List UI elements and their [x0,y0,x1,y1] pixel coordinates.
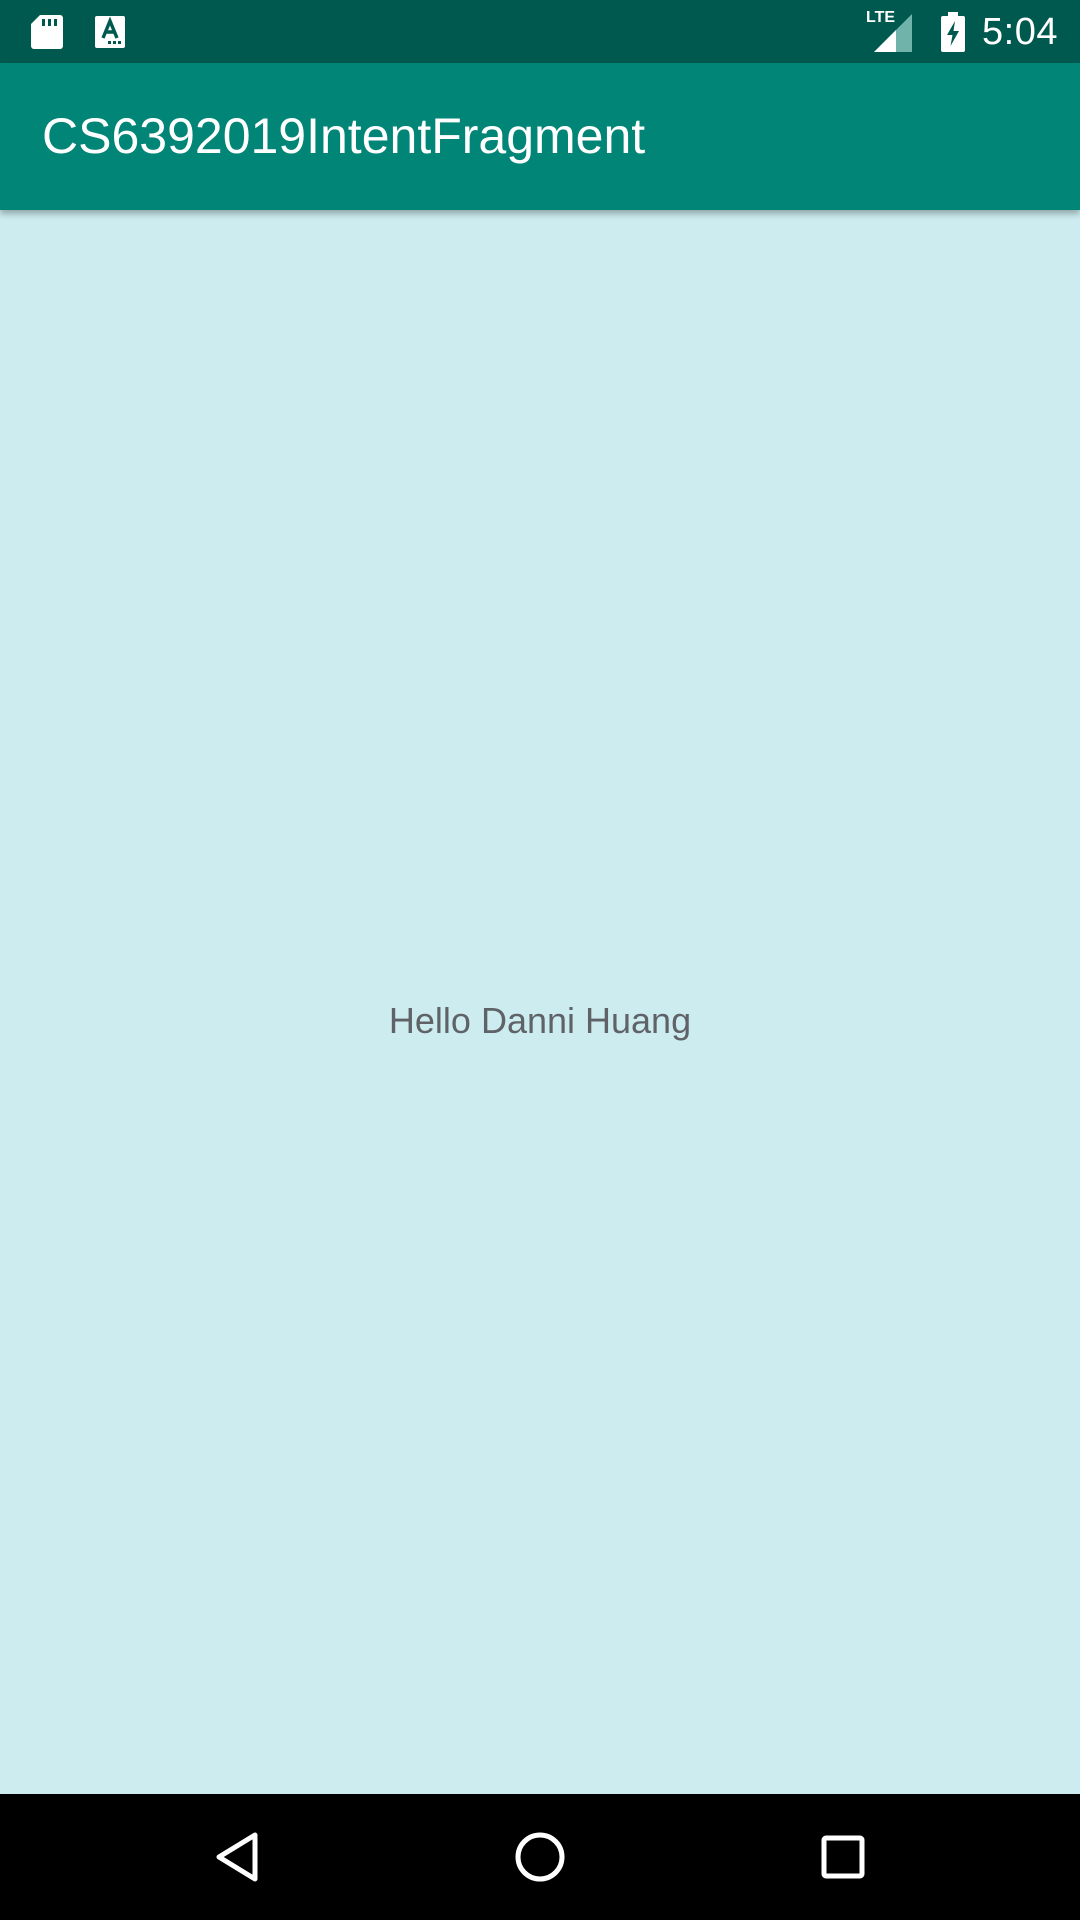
home-icon [513,1830,567,1884]
sd-card-icon [30,13,64,51]
navigation-bar [0,1794,1080,1920]
greeting-text: Hello Danni Huang [388,1000,692,1041]
status-right-icons: LTE 5:04 [866,6,1058,58]
battery-charging-icon [940,12,966,52]
signal-icon: LTE [866,10,914,54]
recents-icon [820,1834,866,1880]
status-bar: LTE 5:04 [0,0,1080,63]
back-icon [213,1831,261,1883]
keyboard-a-icon [94,15,126,49]
status-time: 5:04 [982,10,1058,53]
back-button[interactable] [202,1822,272,1892]
home-button[interactable] [505,1822,575,1892]
status-left-icons [30,12,126,52]
app-bar: CS6392019IntentFragment [0,63,1080,210]
page-title: CS6392019IntentFragment [42,108,646,164]
main-content: Hello Danni Huang [0,210,1080,1794]
recents-button[interactable] [808,1822,878,1892]
